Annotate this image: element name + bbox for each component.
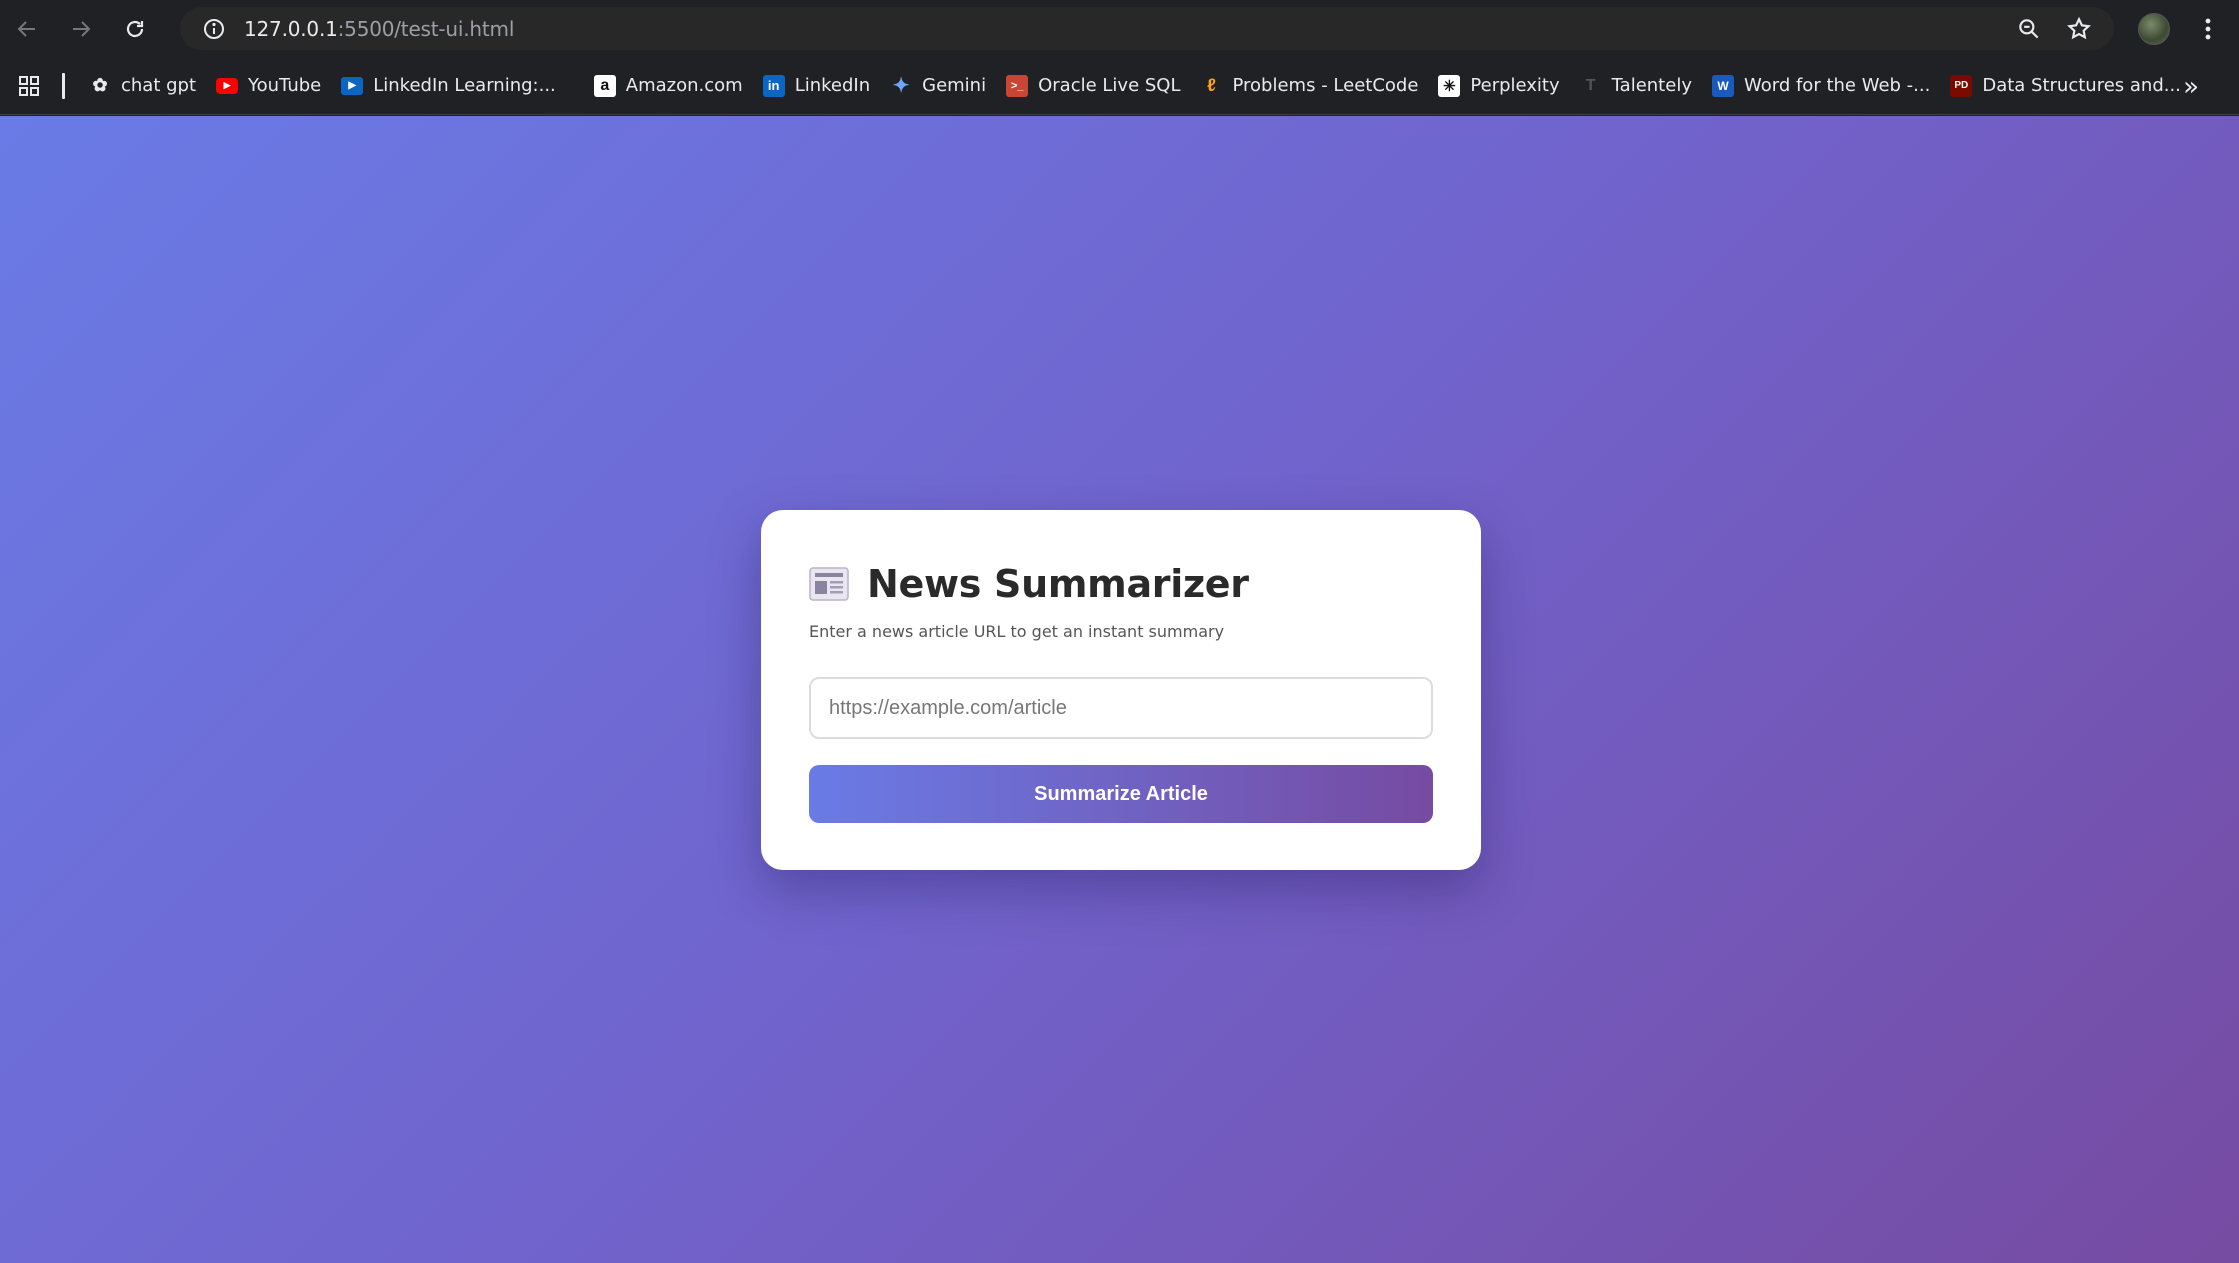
bookmark-linkedin[interactable]: in LinkedIn	[755, 66, 882, 106]
pdf-icon: PD	[1950, 74, 1973, 97]
bookmark-label: Talentely	[1611, 75, 1692, 96]
linkedin-icon: in	[762, 74, 785, 97]
amazon-icon: a	[593, 74, 616, 97]
zoom-icon[interactable]	[2016, 16, 2042, 42]
apps-button[interactable]	[0, 57, 58, 115]
bookmark-label: YouTube	[248, 75, 322, 96]
article-url-input[interactable]	[809, 677, 1433, 739]
url-text[interactable]: 127.0.0.1:5500/test-ui.html	[244, 17, 514, 41]
chatgpt-icon: ✿	[92, 75, 108, 95]
url-host: 127.0.0.1	[244, 16, 338, 41]
bookmark-label: Gemini	[922, 75, 987, 96]
gemini-icon: ✦	[892, 75, 910, 97]
browser-toolbar: 127.0.0.1:5500/test-ui.html	[0, 0, 2239, 57]
summarize-button[interactable]: Summarize Article	[809, 765, 1433, 823]
arrow-right-icon	[73, 20, 91, 37]
bookmark-data-structures[interactable]: PD Data Structures and...	[1942, 66, 2193, 106]
bookmark-word[interactable]: W Word for the Web -...	[1704, 66, 1942, 106]
url-path: :5500/test-ui.html	[337, 16, 515, 41]
word-icon: W	[1711, 74, 1734, 97]
bookmark-perplexity[interactable]: ✳ Perplexity	[1430, 66, 1571, 106]
bookmark-linkedin-learning[interactable]: ▶ LinkedIn Learning:...	[333, 66, 568, 106]
apps-grid-icon	[19, 75, 39, 96]
kebab-menu-icon	[2205, 18, 2211, 40]
bookmark-oracle-live-sql[interactable]: >_ Oracle Live SQL	[998, 66, 1192, 106]
reload-button[interactable]	[108, 0, 162, 57]
summarizer-card: News Summarizer Enter a news article URL…	[761, 510, 1481, 870]
info-icon	[204, 18, 224, 39]
bookmark-label: chat gpt	[121, 75, 197, 96]
forward-button[interactable]	[54, 0, 108, 57]
linkedin-learning-icon: ▶	[341, 76, 364, 95]
bookmark-chatgpt[interactable]: ✿ chat gpt	[81, 66, 208, 106]
bookmarks-divider	[62, 72, 65, 99]
bookmark-label: Problems - LeetCode	[1232, 75, 1419, 96]
bookmark-label: LinkedIn	[794, 75, 871, 96]
arrow-left-icon	[17, 20, 35, 37]
bookmark-label: LinkedIn Learning:...	[373, 75, 556, 96]
oracle-icon: >_	[1006, 74, 1029, 97]
back-button[interactable]	[0, 0, 54, 57]
site-info-button[interactable]	[192, 7, 236, 50]
bookmark-talentely[interactable]: T Talentely	[1572, 66, 1704, 106]
title-row: News Summarizer	[809, 562, 1249, 606]
more-bookmarks-button[interactable]: »	[2183, 72, 2199, 102]
bookmark-gemini[interactable]: ✦ Gemini	[882, 66, 998, 106]
reload-icon	[126, 20, 144, 37]
newspaper-icon	[809, 567, 849, 601]
bookmark-label: Oracle Live SQL	[1038, 75, 1181, 96]
bookmark-amazon[interactable]: a Amazon.com	[586, 66, 755, 106]
chevron-double-right-icon: »	[2183, 72, 2199, 102]
bookmark-label: Word for the Web -...	[1743, 75, 1931, 96]
page-subtitle: Enter a news article URL to get an insta…	[809, 622, 1225, 641]
profile-avatar[interactable]	[2138, 13, 2170, 45]
bookmark-label: Perplexity	[1470, 75, 1560, 96]
bookmark-label: Data Structures and...	[1982, 75, 2181, 96]
youtube-icon: ▶	[216, 77, 239, 94]
leetcode-icon: ℓ	[1207, 75, 1216, 95]
perplexity-icon: ✳	[1438, 74, 1461, 97]
page-title: News Summarizer	[867, 562, 1249, 606]
bookmark-label: Amazon.com	[625, 75, 743, 96]
star-icon[interactable]	[2066, 16, 2092, 42]
address-bar[interactable]: 127.0.0.1:5500/test-ui.html	[180, 7, 2114, 50]
bookmarks-bar: ✿ chat gpt ▶ YouTube ▶ LinkedIn Learning…	[0, 57, 2239, 115]
bookmark-youtube[interactable]: ▶ YouTube	[208, 66, 333, 106]
bookmark-leetcode[interactable]: ℓ Problems - LeetCode	[1193, 66, 1431, 106]
browser-menu-button[interactable]	[2196, 14, 2220, 44]
page-background: News Summarizer Enter a news article URL…	[0, 116, 2239, 1263]
talentely-icon: T	[1585, 76, 1596, 94]
